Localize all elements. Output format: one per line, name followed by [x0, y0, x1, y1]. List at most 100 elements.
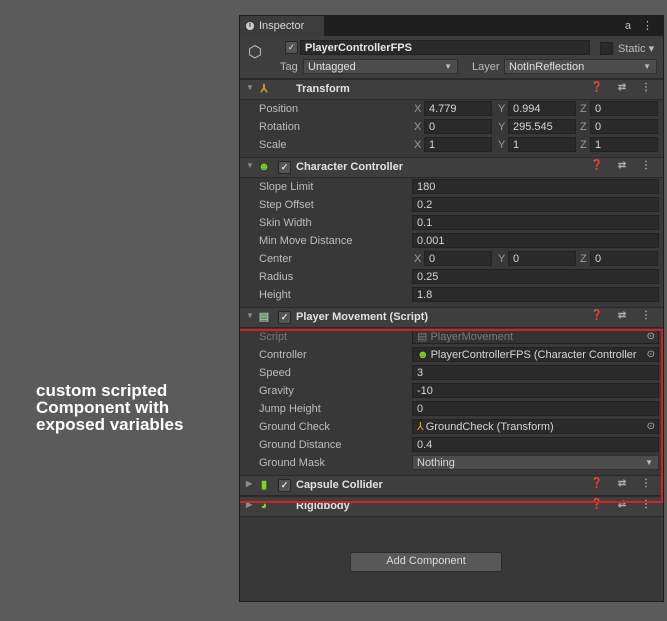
component-menu-icons[interactable]: ❓ ⇄ ⋮ [591, 82, 657, 93]
transform-icon: ⅄ [260, 83, 268, 95]
character-controller-header[interactable]: ▼ ☻ ✓ Character Controller ❓ ⇄ ⋮ [240, 157, 663, 178]
height-label: Height [259, 289, 291, 301]
transform-header[interactable]: ▼ ⅄ Transform ❓ ⇄ ⋮ [240, 79, 663, 100]
slope-limit-row: Slope Limit 180 [240, 178, 663, 196]
height-field[interactable]: 1.8 [412, 287, 659, 302]
capsule-collider-header[interactable]: ▶ ▮ ✓ Capsule Collider ❓ ⇄ ⋮ [240, 475, 663, 496]
component-menu-icons[interactable]: ❓ ⇄ ⋮ [591, 160, 657, 171]
axis-x-label: X [414, 253, 422, 265]
axis-y-label: Y [498, 253, 506, 265]
fold-arrow-icon[interactable]: ▼ [246, 161, 254, 170]
gravity-label: Gravity [259, 385, 294, 397]
add-component-button[interactable]: Add Component [350, 552, 502, 572]
center-label: Center [259, 253, 293, 265]
skin-width-field[interactable]: 0.1 [412, 215, 659, 230]
rotation-x-field[interactable]: 0 [424, 119, 492, 134]
rotation-label: Rotation [259, 121, 300, 133]
position-row: Position X 4.779 Y 0.994 Z 0 [240, 100, 663, 118]
script-icon: ▤ [258, 311, 270, 323]
caption-line-3: exposed variables [36, 415, 184, 434]
component-menu-icons[interactable]: ❓ ⇄ ⋮ [591, 310, 657, 321]
scale-y-field[interactable]: 1 [508, 137, 576, 152]
static-dropdown[interactable]: Static ▾ [618, 42, 654, 55]
fold-arrow-icon[interactable]: ▶ [246, 500, 252, 509]
slope-limit-field[interactable]: 180 [412, 179, 659, 194]
position-y-field[interactable]: 0.994 [508, 101, 576, 116]
rigidbody-icon: ◕ [260, 500, 268, 512]
rotation-y-field[interactable]: 295.545 [508, 119, 576, 134]
axis-x-label: X [414, 103, 422, 115]
layer-dropdown[interactable]: NotInReflection ▼ [504, 59, 657, 74]
object-header: ⬡ ✓ PlayerControllerFPS Static ▾ Tag Unt… [240, 36, 663, 79]
center-row: Center X 0 Y 0 Z 0 [240, 250, 663, 268]
axis-y-label: Y [498, 103, 506, 115]
script-file-icon: ▤ [417, 331, 428, 343]
min-move-distance-field[interactable]: 0.001 [412, 233, 659, 248]
script-row: Script ▤ PlayerMovement ⊙ [240, 328, 663, 346]
character-controller-icon: ☻ [417, 349, 429, 361]
rotation-z-field[interactable]: 0 [590, 119, 658, 134]
speed-label: Speed [259, 367, 291, 379]
center-x-field[interactable]: 0 [424, 251, 492, 266]
ground-distance-row: Ground Distance 0.4 [240, 436, 663, 454]
axis-y-label: Y [498, 139, 506, 151]
component-menu-icons[interactable]: ❓ ⇄ ⋮ [591, 478, 657, 489]
fold-arrow-icon[interactable]: ▼ [246, 83, 254, 92]
skin-width-row: Skin Width 0.1 [240, 214, 663, 232]
capsule-collider-enabled-checkbox[interactable]: ✓ [278, 479, 291, 492]
transform-title: Transform [296, 83, 350, 95]
axis-z-label: Z [580, 121, 587, 133]
scale-label: Scale [259, 139, 287, 151]
inspector-panel: i Inspector a ⋮ ⬡ ✓ PlayerControllerFPS … [239, 15, 664, 602]
center-y-field[interactable]: 0 [508, 251, 576, 266]
tag-label: Tag [280, 61, 298, 73]
player-movement-header[interactable]: ▼ ▤ ✓ Player Movement (Script) ❓ ⇄ ⋮ [240, 307, 663, 328]
script-label: Script [259, 331, 288, 343]
object-active-checkbox[interactable]: ✓ [285, 41, 298, 54]
fold-arrow-icon[interactable]: ▶ [246, 479, 252, 488]
position-x-field[interactable]: 4.779 [424, 101, 492, 116]
scale-row: Scale X 1 Y 1 Z 1 [240, 136, 663, 154]
skin-width-label: Skin Width [259, 217, 312, 229]
caption-line-2: Component with [36, 398, 170, 417]
axis-y-label: Y [498, 121, 506, 133]
component-menu-icons[interactable]: ❓ ⇄ ⋮ [591, 499, 657, 510]
step-offset-field[interactable]: 0.2 [412, 197, 659, 212]
scale-x-field[interactable]: 1 [424, 137, 492, 152]
static-checkbox[interactable] [600, 42, 613, 55]
tab-inspector[interactable]: i Inspector [240, 16, 324, 36]
info-icon: i [246, 22, 254, 30]
object-picker-icon[interactable]: ⊙ [647, 348, 655, 361]
tab-menu-icons[interactable]: a ⋮ [625, 19, 657, 32]
player-movement-enabled-checkbox[interactable]: ✓ [278, 311, 291, 324]
position-z-field[interactable]: 0 [590, 101, 658, 116]
gravity-field[interactable]: -10 [412, 383, 659, 398]
slope-limit-label: Slope Limit [259, 181, 314, 193]
speed-field[interactable]: 3 [412, 365, 659, 380]
ground-mask-row: Ground Mask Nothing ▼ [240, 454, 663, 472]
center-z-field[interactable]: 0 [590, 251, 658, 266]
rigidbody-title: Rigidbody [296, 500, 350, 512]
fold-arrow-icon[interactable]: ▼ [246, 311, 254, 320]
ground-mask-dropdown[interactable]: Nothing ▼ [412, 455, 659, 470]
gameobject-cube-icon[interactable]: ⬡ [248, 42, 262, 62]
object-name-field[interactable]: PlayerControllerFPS [300, 40, 590, 55]
rotation-row: Rotation X 0 Y 295.545 Z 0 [240, 118, 663, 136]
scale-z-field[interactable]: 1 [590, 137, 658, 152]
step-offset-row: Step Offset 0.2 [240, 196, 663, 214]
ground-distance-field[interactable]: 0.4 [412, 437, 659, 452]
ground-check-field[interactable]: ⅄ GroundCheck (Transform) ⊙ [412, 419, 659, 434]
jump-height-field[interactable]: 0 [412, 401, 659, 416]
object-picker-icon[interactable]: ⊙ [647, 420, 655, 433]
controller-field[interactable]: ☻ PlayerControllerFPS (Character Controll… [412, 347, 659, 362]
capsule-collider-title: Capsule Collider [296, 479, 383, 491]
chevron-down-icon: ▼ [645, 458, 653, 467]
layer-label: Layer [472, 61, 500, 73]
rigidbody-header[interactable]: ▶ ◕ Rigidbody ❓ ⇄ ⋮ [240, 496, 663, 517]
ground-check-label: Ground Check [259, 421, 330, 433]
character-controller-enabled-checkbox[interactable]: ✓ [278, 161, 291, 174]
tag-dropdown[interactable]: Untagged ▼ [303, 59, 458, 74]
character-controller-icon: ☻ [258, 161, 270, 173]
radius-label: Radius [259, 271, 294, 283]
radius-field[interactable]: 0.25 [412, 269, 659, 284]
